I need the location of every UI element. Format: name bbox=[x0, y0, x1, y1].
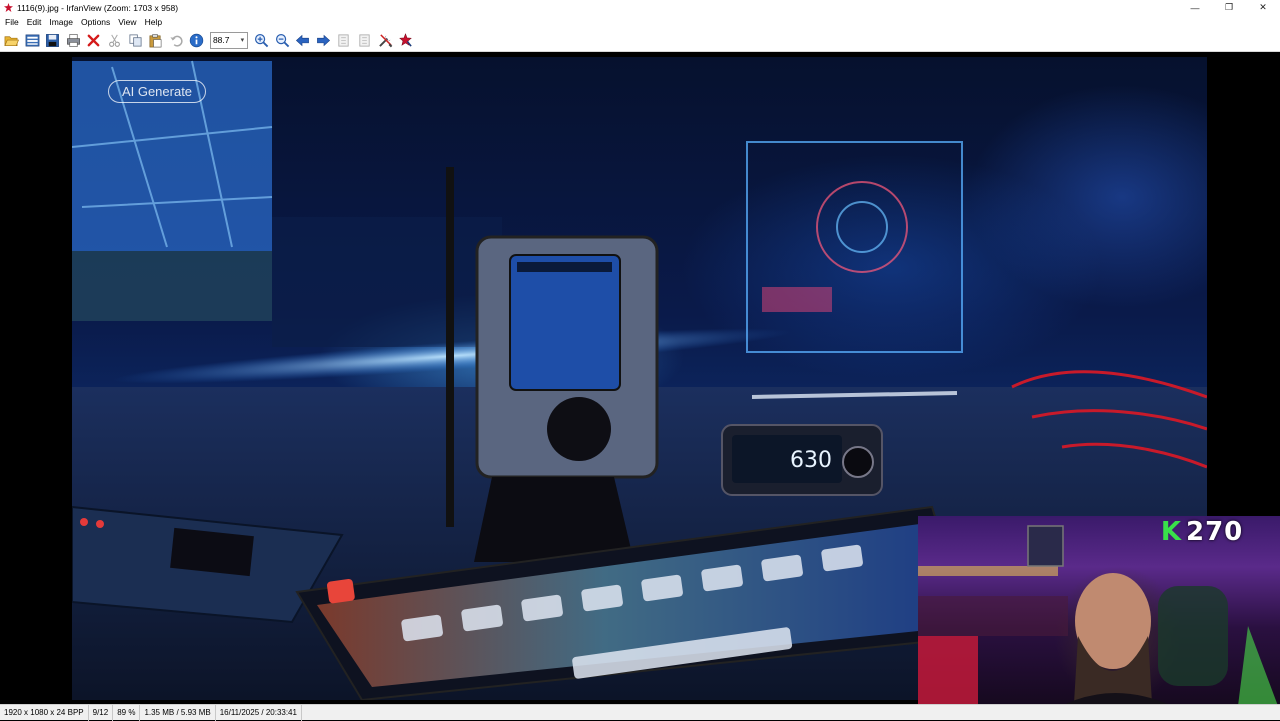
save-icon[interactable] bbox=[43, 31, 62, 50]
status-bar: 1920 x 1080 x 24 BPP 9/12 89 % 1.35 MB /… bbox=[0, 704, 1280, 721]
follower-counter: K 270 bbox=[1160, 516, 1243, 548]
menu-file[interactable]: File bbox=[2, 17, 22, 27]
status-dimensions: 1920 x 1080 x 24 BPP bbox=[0, 704, 89, 721]
zoom-combobox[interactable]: 88.7 ▾ bbox=[209, 31, 248, 49]
status-datetime: 16/11/2025 / 20:33:41 bbox=[216, 704, 302, 721]
menu-edit[interactable]: Edit bbox=[24, 17, 45, 27]
copy-icon[interactable] bbox=[126, 31, 145, 50]
counter-value: 270 bbox=[1186, 517, 1244, 547]
menu-image[interactable]: Image bbox=[46, 17, 76, 27]
toolbar: 88.7 ▾ bbox=[0, 29, 1280, 52]
settings-icon[interactable] bbox=[376, 31, 395, 50]
exit-icon[interactable] bbox=[396, 31, 415, 50]
status-index: 9/12 bbox=[89, 704, 114, 721]
irfanview-app-icon[interactable] bbox=[3, 2, 14, 13]
menu-help[interactable]: Help bbox=[142, 17, 165, 27]
chevron-down-icon[interactable]: ▾ bbox=[238, 36, 247, 44]
print-icon[interactable] bbox=[64, 31, 83, 50]
undo-icon[interactable] bbox=[167, 31, 186, 50]
zoom-value[interactable]: 88.7 bbox=[211, 35, 238, 45]
minimize-button[interactable]: — bbox=[1178, 0, 1212, 15]
menu-bar: File Edit Image Options View Help bbox=[0, 15, 1280, 29]
cut-icon[interactable] bbox=[105, 31, 124, 50]
menu-view[interactable]: View bbox=[115, 17, 139, 27]
close-button[interactable]: ✕ bbox=[1246, 0, 1280, 15]
menu-options[interactable]: Options bbox=[78, 17, 113, 27]
window-title: 1116(9).jpg - IrfanView (Zoom: 1703 x 95… bbox=[17, 2, 179, 13]
next-icon[interactable] bbox=[314, 31, 333, 50]
zoom-in-icon[interactable] bbox=[252, 31, 271, 50]
kick-logo-icon: K bbox=[1160, 517, 1182, 547]
ai-generate-watermark: AI Generate bbox=[108, 80, 206, 103]
previous-icon[interactable] bbox=[293, 31, 312, 50]
window-controls: — ❐ ✕ bbox=[1178, 0, 1280, 15]
delete-icon[interactable] bbox=[84, 31, 103, 50]
open-folder-icon[interactable] bbox=[2, 31, 21, 50]
restore-button[interactable]: ❐ bbox=[1212, 0, 1246, 15]
device-readout: 630 bbox=[790, 448, 832, 473]
title-bar: 1116(9).jpg - IrfanView (Zoom: 1703 x 95… bbox=[0, 0, 1280, 15]
info-icon[interactable] bbox=[187, 31, 206, 50]
thumbnails-icon[interactable] bbox=[23, 31, 42, 50]
paste-icon[interactable] bbox=[146, 31, 165, 50]
zoom-out-icon[interactable] bbox=[273, 31, 292, 50]
status-size: 1.35 MB / 5.93 MB bbox=[140, 704, 216, 721]
first-page-icon[interactable] bbox=[334, 31, 353, 50]
status-zoom: 89 % bbox=[113, 704, 141, 721]
last-page-icon[interactable] bbox=[355, 31, 374, 50]
